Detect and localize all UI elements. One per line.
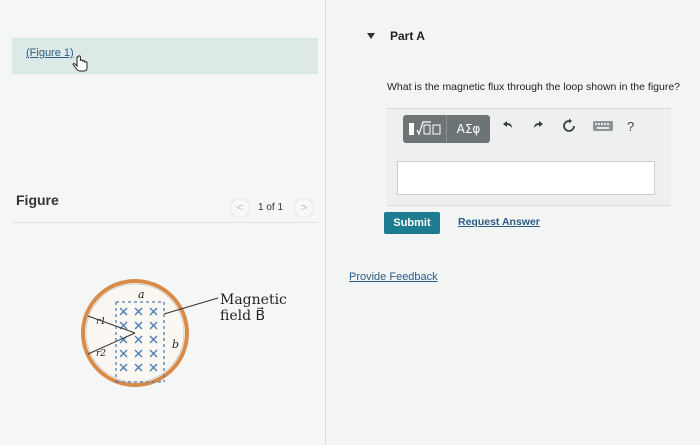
field-label-line1: Magnetic: [220, 292, 287, 308]
part-a-header[interactable]: Part A: [366, 28, 486, 46]
pane-divider: [325, 0, 326, 445]
field-label-line2: field B⃗: [220, 306, 265, 324]
templates-icon: [409, 121, 441, 136]
label-r1: r1: [96, 317, 106, 327]
figure-link[interactable]: (Figure 1): [26, 47, 74, 59]
label-a: a: [138, 288, 145, 301]
pager-count: 1 of 1: [258, 202, 284, 213]
part-title: Part A: [390, 29, 425, 43]
figure-pane: (Figure 1) Figure < 1 of 1 > a b r1 r2 M…: [0, 0, 326, 445]
figure-pager: < 1 of 1 >: [228, 198, 318, 220]
greek-symbols-button[interactable]: ΑΣφ: [447, 115, 490, 143]
previous-figure-button[interactable]: <: [230, 198, 250, 218]
next-figure-button[interactable]: >: [294, 198, 314, 218]
divider: [12, 222, 318, 223]
provide-feedback-link[interactable]: Provide Feedback: [349, 271, 438, 283]
templates-button[interactable]: [403, 115, 447, 143]
loop-figure: a b r1 r2 Magnetic field B⃗: [81, 279, 287, 387]
keyboard-icon[interactable]: [592, 118, 614, 134]
question-text: What is the magnetic flux through the lo…: [387, 81, 681, 93]
collapse-caret-icon: [367, 33, 375, 39]
figure-link-bar: (Figure 1): [12, 38, 318, 74]
redo-icon[interactable]: [531, 118, 547, 134]
label-r2: r2: [96, 349, 106, 359]
figure-heading: Figure: [16, 192, 59, 208]
undo-icon[interactable]: [499, 118, 515, 134]
request-answer-link[interactable]: Request Answer: [458, 216, 540, 228]
toolbar-group: ΑΣφ: [403, 115, 490, 143]
answer-input[interactable]: [397, 161, 655, 195]
label-b: b: [172, 338, 179, 351]
answer-panel: ΑΣφ ?: [387, 108, 671, 206]
hand-cursor-icon: [72, 55, 88, 72]
submit-button[interactable]: Submit: [384, 212, 440, 234]
reset-icon[interactable]: [561, 118, 577, 134]
help-button[interactable]: ?: [627, 119, 634, 134]
